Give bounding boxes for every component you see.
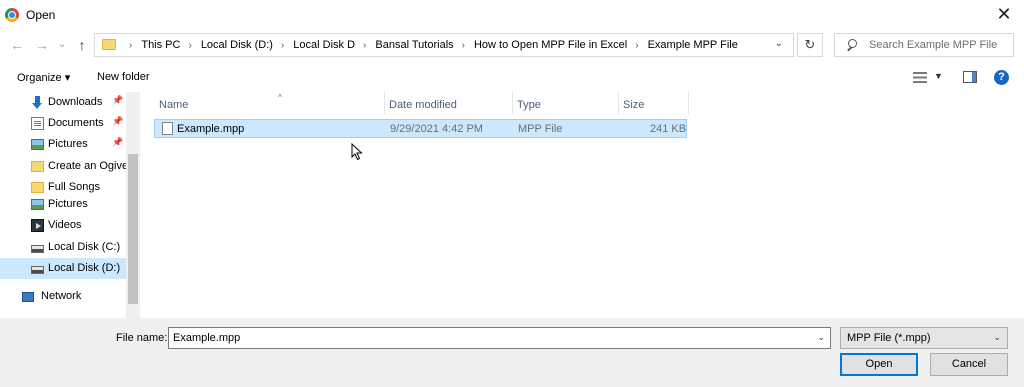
organize-button[interactable]: Organize ▾ [17, 71, 70, 84]
column-header-type[interactable]: Type [512, 96, 618, 116]
column-label: Name [159, 99, 189, 111]
breadcrumb-separator[interactable]: › [363, 40, 366, 51]
address-bar[interactable]: › This PC › Local Disk (D:) › Local Disk… [94, 33, 794, 57]
sidebar-item-label: Downloads [48, 96, 103, 108]
download-icon [31, 96, 44, 109]
table-row[interactable]: Example.mpp 9/29/2021 4:42 PM MPP File 2… [154, 119, 687, 138]
documents-icon [31, 117, 44, 130]
drive-icon [31, 245, 44, 253]
pin-icon[interactable]: 📌 [112, 116, 123, 127]
sidebar-item-videos[interactable]: Videos [0, 215, 126, 236]
window-title: Open [26, 8, 56, 22]
chevron-down-icon: ⌄ [993, 332, 1001, 342]
column-label: Size [623, 99, 645, 111]
details-view-icon[interactable] [913, 72, 927, 83]
sidebar-item-label: Pictures [48, 138, 88, 150]
open-button[interactable]: Open [840, 353, 918, 376]
help-icon[interactable]: ? [994, 70, 1009, 85]
videos-icon [31, 219, 44, 232]
refresh-button[interactable]: ↻ [797, 33, 823, 57]
column-divider[interactable] [688, 92, 689, 114]
drive-icon [31, 266, 44, 274]
network-icon [22, 292, 34, 302]
view-options-dropdown[interactable]: ▼ [934, 71, 943, 81]
chevron-down-icon[interactable]: ⌄ [775, 38, 783, 49]
chevron-down-icon[interactable]: ⌄ [817, 332, 825, 343]
navigation-pane: Downloads 📌 Documents 📌 Pictures 📌 Creat… [0, 92, 140, 318]
file-type-select[interactable]: MPP File (*.mpp) ⌄ [840, 327, 1008, 349]
file-type-value: MPP File (*.mpp) [847, 332, 931, 344]
column-label: Date modified [389, 99, 457, 111]
preview-pane-icon[interactable] [963, 71, 977, 83]
breadcrumb-separator[interactable]: › [462, 40, 465, 51]
breadcrumb-local-disk-d[interactable]: Local Disk (D:) [201, 39, 273, 51]
sidebar-item-documents[interactable]: Documents 📌 [0, 113, 126, 134]
file-icon [162, 122, 173, 135]
cancel-button[interactable]: Cancel [930, 353, 1008, 376]
column-header-size[interactable]: Size [618, 96, 688, 116]
recent-locations-icon[interactable]: ⌄ [54, 37, 70, 53]
pin-icon[interactable]: 📌 [112, 137, 123, 148]
close-icon[interactable]: ✕ [994, 4, 1014, 24]
sort-ascending-icon: ^ [278, 93, 282, 102]
file-date: 9/29/2021 4:42 PM [390, 123, 483, 135]
breadcrumb: › This PC › Local Disk (D:) › Local Disk… [121, 34, 738, 56]
sidebar-item-label: Network [41, 290, 82, 302]
file-name: Example.mpp [177, 123, 245, 135]
sidebar-item-label: Local Disk (D:) [48, 262, 121, 274]
breadcrumb-separator[interactable]: › [281, 40, 284, 51]
sidebar-item-label: Local Disk (C:) [48, 241, 121, 253]
search-placeholder: Search Example MPP File [869, 39, 998, 51]
column-header-date-modified[interactable]: Date modified [384, 96, 512, 116]
breadcrumb-separator[interactable]: › [188, 40, 191, 51]
file-type: MPP File [518, 123, 563, 135]
sidebar-item-pictures-library[interactable]: Pictures [0, 194, 126, 215]
sidebar-item-label: Create an Ogive [48, 160, 129, 172]
breadcrumb-how-to-open-mpp[interactable]: How to Open MPP File in Excel [474, 39, 627, 51]
breadcrumb-local-disk-d-folder[interactable]: Local Disk D [293, 39, 355, 51]
column-label: Type [517, 99, 541, 111]
title-bar: Open ✕ [0, 0, 1024, 30]
breadcrumb-separator[interactable]: › [635, 40, 638, 51]
sidebar-item-local-disk-d[interactable]: Local Disk (D:) [0, 258, 126, 279]
column-header-name[interactable]: ^ Name [154, 93, 384, 116]
file-size: 241 KB [650, 123, 687, 135]
file-name-field[interactable]: Example.mpp ⌄ [168, 327, 831, 349]
forward-icon[interactable]: → [34, 37, 50, 53]
navigation-bar: ← → ⌄ ↑ › This PC › Local Disk (D:) › Lo… [0, 30, 1024, 62]
chrome-icon [5, 8, 19, 22]
scrollbar-thumb[interactable] [128, 154, 138, 304]
up-icon[interactable]: ↑ [74, 37, 90, 53]
sidebar-item-pictures[interactable]: Pictures 📌 [0, 134, 126, 155]
file-name-label: File name: [116, 332, 168, 344]
new-folder-button[interactable]: New folder [97, 71, 150, 83]
sidebar-item-label: Documents [48, 117, 104, 129]
sidebar-item-local-disk-c[interactable]: Local Disk (C:) [0, 237, 126, 258]
sidebar-item-label: Videos [48, 219, 82, 231]
breadcrumb-bansal-tutorials[interactable]: Bansal Tutorials [375, 39, 453, 51]
file-list: ^ Name Date modified Type Size Example.m… [140, 92, 1024, 318]
folder-icon [31, 161, 44, 172]
sidebar-item-label: Full Songs [48, 181, 100, 193]
navigation-scrollbar[interactable] [126, 92, 140, 318]
breadcrumb-this-pc[interactable]: This PC [141, 39, 180, 51]
pictures-icon [31, 139, 44, 150]
file-name-value: Example.mpp [173, 332, 241, 344]
folder-icon [102, 39, 116, 50]
breadcrumb-separator[interactable]: › [129, 40, 132, 51]
folder-icon [31, 182, 44, 193]
pictures-icon [31, 199, 44, 210]
sidebar-item-network[interactable]: Network [0, 286, 126, 307]
breadcrumb-example-mpp-file[interactable]: Example MPP File [648, 39, 738, 51]
sidebar-item-downloads[interactable]: Downloads 📌 [0, 92, 126, 113]
search-input[interactable]: Search Example MPP File [834, 33, 1014, 57]
search-icon [846, 38, 858, 52]
sidebar-item-create-an-ogive[interactable]: Create an Ogive [0, 156, 129, 177]
back-icon[interactable]: ← [9, 37, 25, 53]
pin-icon[interactable]: 📌 [112, 95, 123, 106]
command-toolbar: Organize ▾ New folder ▼ ? [0, 62, 1024, 92]
dialog-footer: File name: Example.mpp ⌄ MPP File (*.mpp… [0, 318, 1024, 387]
sidebar-item-label: Pictures [48, 198, 88, 210]
